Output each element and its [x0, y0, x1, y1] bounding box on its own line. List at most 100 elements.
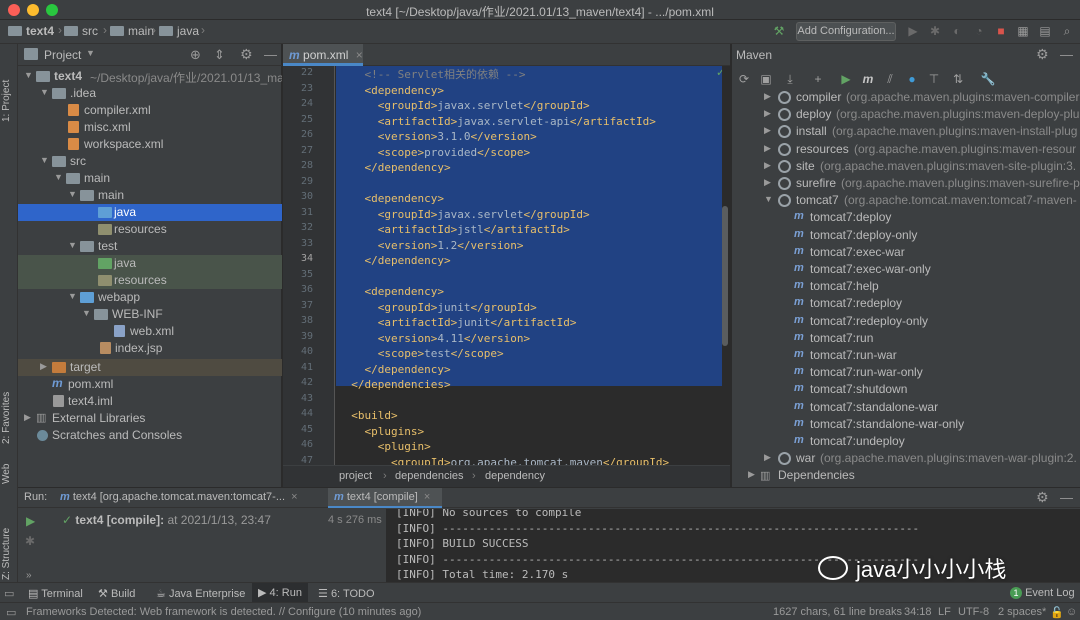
- status-icon[interactable]: ▭: [6, 606, 16, 619]
- status-cursor-position[interactable]: 34:18: [904, 606, 932, 618]
- code-editor[interactable]: <!-- Servlet相关的依赖 --> <dependency> <grou…: [336, 66, 730, 465]
- maven-row[interactable]: m tomcat7:standalone-war: [732, 399, 1080, 416]
- run-maven-icon[interactable]: ▶: [838, 72, 854, 86]
- maven-row[interactable]: m tomcat7:undeploy: [732, 433, 1080, 450]
- reload-icon[interactable]: ⟳: [736, 72, 752, 86]
- maven-row[interactable]: ▶ ▥ Dependencies: [732, 467, 1080, 484]
- maven-row[interactable]: m tomcat7:exec-war: [732, 244, 1080, 261]
- run-tab-tomcat[interactable]: m text4 [org.apache.tomcat.maven:tomcat7…: [60, 488, 310, 508]
- maven-row[interactable]: ▶ site (org.apache.maven.plugins:maven-sit…: [732, 158, 1080, 175]
- maven-row[interactable]: ▶ resources (org.apache.maven.plugins:mave…: [732, 141, 1080, 158]
- breadcrumb-project-tag[interactable]: project: [339, 470, 372, 482]
- project-structure-icon[interactable]: ▦: [1016, 24, 1030, 38]
- more-icon[interactable]: »: [26, 570, 32, 581]
- debug-icon[interactable]: ✱: [25, 534, 35, 548]
- close-icon[interactable]: ×: [424, 491, 430, 503]
- tree-item-pom-xml[interactable]: m pom.xml: [18, 376, 282, 393]
- editor-scrollbar[interactable]: [722, 66, 730, 465]
- status-line-separator[interactable]: LF: [938, 606, 951, 618]
- toggle-offline-icon[interactable]: ⫽: [882, 72, 898, 87]
- maven-row[interactable]: m tomcat7:standalone-war-only: [732, 416, 1080, 433]
- breadcrumb-project[interactable]: text4: [8, 24, 54, 38]
- minimize-icon[interactable]: —: [1060, 47, 1073, 62]
- generate-sources-icon[interactable]: ▣: [758, 72, 774, 86]
- gear-icon[interactable]: ⚙: [240, 46, 253, 63]
- minimize-icon[interactable]: —: [264, 47, 277, 62]
- maven-row[interactable]: m tomcat7:deploy-only: [732, 227, 1080, 244]
- run-icon[interactable]: ▶: [906, 24, 920, 38]
- gear-icon[interactable]: ⚙: [1036, 46, 1049, 63]
- inspector-icon[interactable]: ☺: [1066, 606, 1077, 618]
- tree-item-java-selected[interactable]: java: [18, 204, 282, 221]
- collapse-all-icon[interactable]: ⇅: [950, 72, 966, 86]
- tree-item-main[interactable]: ▼ main: [18, 170, 282, 187]
- tree-item-test[interactable]: ▼ test: [18, 238, 282, 255]
- coverage-icon[interactable]: ◐: [950, 24, 964, 38]
- collapse-icon[interactable]: ⇕: [214, 47, 225, 63]
- search-everywhere-icon[interactable]: ⌕: [1060, 24, 1074, 38]
- rerun-icon[interactable]: ▶: [26, 514, 35, 528]
- maven-row[interactable]: m tomcat7:exec-war-only: [732, 261, 1080, 278]
- run-tree-task[interactable]: ✓ text4 [compile]: at 2021/1/13, 23:47: [62, 513, 271, 527]
- add-configuration-button[interactable]: Add Configuration...: [796, 22, 896, 41]
- maven-row[interactable]: ▼ tomcat7 (org.apache.tomcat.maven:tomcat7…: [732, 192, 1080, 209]
- maven-row[interactable]: ▶ surefire (org.apache.maven.plugins:maven…: [732, 175, 1080, 192]
- tree-item-target[interactable]: ▶ target: [18, 359, 282, 376]
- status-encoding[interactable]: UTF-8: [958, 606, 989, 618]
- maven-row[interactable]: m tomcat7:redeploy-only: [732, 313, 1080, 330]
- tree-item-index-jsp[interactable]: index.jsp: [18, 340, 282, 357]
- chevron-down-icon[interactable]: ▼: [86, 48, 95, 58]
- web-tool-tab[interactable]: Web: [1, 454, 12, 484]
- profile-icon[interactable]: ◔: [972, 24, 986, 38]
- tree-item-resources[interactable]: resources: [18, 221, 282, 238]
- structure-tool-tab[interactable]: Z: Structure: [1, 510, 12, 580]
- project-view-selector[interactable]: Project: [44, 48, 81, 62]
- close-icon[interactable]: ×: [356, 48, 363, 62]
- tree-item-idea[interactable]: ▼ .idea: [18, 85, 282, 102]
- maven-row[interactable]: m tomcat7:run-war: [732, 347, 1080, 364]
- tree-item-misc-xml[interactable]: misc.xml: [18, 119, 282, 136]
- project-tool-tab[interactable]: 1: Project: [1, 52, 12, 122]
- maven-row[interactable]: m tomcat7:shutdown: [732, 381, 1080, 398]
- tree-item-text4-iml[interactable]: text4.iml: [18, 393, 282, 410]
- tree-item-src[interactable]: ▼ src: [18, 153, 282, 170]
- maven-row[interactable]: m tomcat7:run: [732, 330, 1080, 347]
- tree-item-external-libraries[interactable]: ▶ ▥ External Libraries: [18, 410, 282, 427]
- maven-row[interactable]: m tomcat7:redeploy: [732, 295, 1080, 312]
- status-indent[interactable]: 2 spaces*: [998, 606, 1046, 618]
- vcs-icon[interactable]: ▤: [1038, 24, 1052, 38]
- breadcrumb-dependency-tag[interactable]: dependency: [485, 470, 545, 482]
- minimize-icon[interactable]: —: [1060, 490, 1073, 505]
- show-dependencies-icon[interactable]: ⊤: [926, 72, 942, 86]
- tree-item-workspace-xml[interactable]: workspace.xml: [18, 136, 282, 153]
- close-icon[interactable]: ×: [291, 491, 297, 503]
- tree-item-main-inner[interactable]: ▼ main: [18, 187, 282, 204]
- layout-icon[interactable]: ▭: [4, 587, 14, 600]
- breadcrumb-src[interactable]: src: [64, 24, 98, 38]
- tree-item-test-resources[interactable]: resources: [18, 272, 282, 289]
- add-icon[interactable]: +: [810, 72, 826, 86]
- download-icon[interactable]: ⤓: [782, 72, 798, 87]
- breadcrumb-main[interactable]: main: [110, 24, 154, 38]
- tool-java-enterprise[interactable]: ☕ Java Enterprise: [156, 587, 245, 600]
- debug-icon[interactable]: ✱: [928, 24, 942, 38]
- hammer-icon[interactable]: ⚒: [772, 24, 786, 38]
- run-tab-compile[interactable]: m text4 [compile] ×: [328, 488, 442, 508]
- tree-item-web-xml[interactable]: web.xml: [18, 323, 282, 340]
- tree-item-compiler-xml[interactable]: compiler.xml: [18, 102, 282, 119]
- wrench-icon[interactable]: 🔧: [980, 72, 996, 86]
- tree-item-scratches[interactable]: Scratches and Consoles: [18, 427, 282, 444]
- tab-pom-xml[interactable]: m pom.xml ×: [283, 44, 363, 66]
- tree-item-webapp[interactable]: ▼ webapp: [18, 289, 282, 306]
- tree-item-web-inf[interactable]: ▼ WEB-INF: [18, 306, 282, 323]
- breadcrumb-dependencies-tag[interactable]: dependencies: [395, 470, 464, 482]
- tool-build[interactable]: ⚒ Build: [98, 587, 135, 600]
- tool-event-log[interactable]: 1 Event Log: [1010, 587, 1075, 599]
- status-message[interactable]: Frameworks Detected: Web framework is de…: [26, 606, 421, 618]
- tool-todo[interactable]: ☰ 6: TODO: [318, 587, 375, 600]
- tool-run[interactable]: ▶ 4: Run: [252, 583, 308, 603]
- tree-item-test-java[interactable]: java: [18, 255, 282, 272]
- breadcrumb-java[interactable]: java: [159, 24, 199, 38]
- favorites-tool-tab[interactable]: 2: Favorites: [1, 374, 12, 444]
- execute-goal-icon[interactable]: m: [860, 72, 876, 86]
